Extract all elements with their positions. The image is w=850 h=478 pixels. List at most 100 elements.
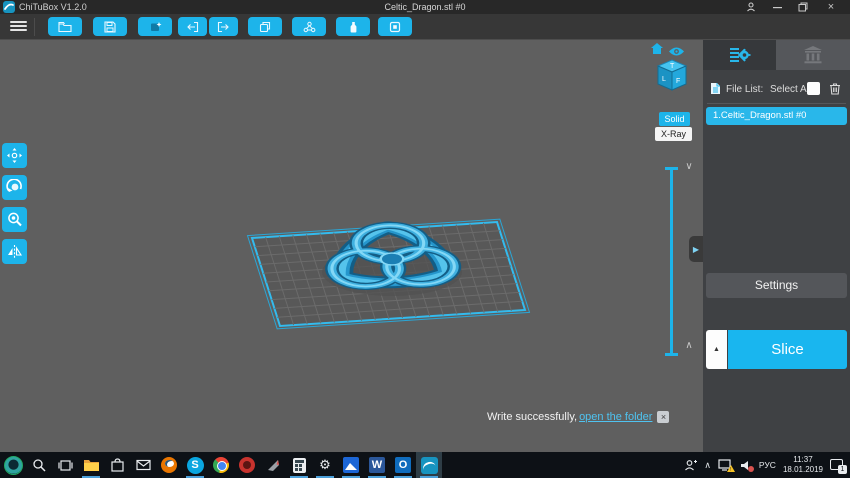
taskbar-file-explorer[interactable] — [78, 452, 104, 478]
molecule-icon — [303, 21, 316, 33]
calculator-icon — [293, 458, 306, 473]
status-text: Write successfully, — [487, 411, 577, 423]
maximize-button[interactable] — [792, 0, 814, 14]
hole-icon — [389, 21, 401, 33]
clock[interactable]: 11:37 18.01.2019 — [783, 455, 823, 475]
mail-icon — [136, 459, 151, 471]
bottle-icon — [349, 21, 358, 33]
select-all-checkbox[interactable] — [807, 82, 820, 95]
file-list-header: File List: Select All — [703, 82, 850, 98]
taskbar-store[interactable] — [104, 452, 130, 478]
move-tool-button[interactable] — [2, 143, 27, 168]
slice-button[interactable]: Slice — [728, 330, 847, 369]
import-icon — [186, 21, 199, 33]
rotate-tool-button[interactable] — [2, 175, 27, 200]
dig-hole-button[interactable] — [378, 17, 412, 36]
right-panel: File List: Select All 1.Celtic_Dragon.st… — [703, 40, 850, 452]
svg-text:!: ! — [730, 467, 731, 472]
delete-files-button[interactable] — [829, 82, 841, 98]
eye-icon — [668, 46, 685, 57]
taskbar-outlook[interactable]: O — [390, 452, 416, 478]
taskbar-word[interactable]: W — [364, 452, 390, 478]
tab-support[interactable] — [776, 40, 850, 70]
select-all-label: Select All — [770, 84, 811, 95]
account-button[interactable] — [740, 0, 762, 14]
arrange-button[interactable] — [138, 17, 172, 36]
cube-face-top[interactable]: T — [670, 63, 675, 70]
export-icon — [217, 21, 230, 33]
gear-icon: ⚙ — [319, 458, 331, 473]
clone-button[interactable] — [248, 17, 282, 36]
toolbar-divider — [34, 18, 35, 36]
skype-icon: S — [187, 457, 204, 474]
taskbar-settings[interactable]: ⚙ — [312, 452, 338, 478]
taskbar-chrome[interactable] — [208, 452, 234, 478]
panel-collapse-button[interactable]: ▶ — [689, 236, 703, 262]
resin-bottle-button[interactable] — [336, 17, 370, 36]
home-icon — [650, 42, 664, 56]
cube-face-front[interactable]: F — [676, 78, 680, 85]
network-status-icon[interactable]: ! — [718, 459, 733, 471]
hollow-button[interactable] — [292, 17, 326, 36]
taskbar-photos[interactable] — [338, 452, 364, 478]
minimize-button[interactable] — [766, 0, 788, 14]
scale-tool-button[interactable] — [2, 207, 27, 232]
document-title: Celtic_Dragon.stl #0 — [0, 2, 850, 12]
save-icon — [104, 21, 116, 33]
settings-button[interactable]: Settings — [706, 273, 847, 298]
import-button[interactable] — [178, 17, 207, 36]
taskbar-calculator[interactable] — [286, 452, 312, 478]
taskbar-red-app[interactable] — [234, 452, 260, 478]
taskbar-skype[interactable]: S — [182, 452, 208, 478]
rotate-icon — [6, 179, 23, 196]
outlook-icon: O — [395, 457, 411, 473]
task-view-icon — [58, 459, 73, 472]
status-close-button[interactable]: × — [657, 411, 669, 423]
volume-muted-icon[interactable] — [740, 460, 752, 471]
blender-icon — [161, 457, 177, 473]
export-button[interactable] — [209, 17, 238, 36]
trash-icon — [829, 82, 841, 95]
layer-slider[interactable] — [670, 169, 673, 354]
mirror-tool-button[interactable] — [2, 239, 27, 264]
taskbar-search-button[interactable] — [26, 452, 52, 478]
file-list-divider — [707, 103, 846, 104]
photos-icon — [343, 457, 359, 473]
chrome-icon — [213, 457, 229, 473]
tab-file-settings[interactable] — [703, 40, 776, 70]
action-center-button[interactable]: 1 — [830, 459, 846, 472]
red-app-icon — [239, 457, 255, 473]
close-button[interactable]: × — [820, 0, 842, 14]
taskbar-blender[interactable] — [156, 452, 182, 478]
clock-time: 11:37 — [793, 455, 812, 464]
arrange-icon — [149, 21, 162, 33]
language-indicator[interactable]: РУС — [759, 460, 776, 470]
menu-button[interactable] — [10, 19, 27, 34]
start-button[interactable] — [0, 452, 26, 478]
open-file-button[interactable] — [48, 17, 82, 36]
chitubox-icon — [421, 457, 438, 474]
taskbar-chitubox[interactable] — [416, 452, 442, 478]
taskbar-mail[interactable] — [130, 452, 156, 478]
windows-taskbar: S ⚙ W O ∧ ! РУС 11:37 18.01.2019 1 — [0, 452, 850, 478]
file-list-label: File List: — [726, 84, 763, 95]
task-view-button[interactable] — [52, 452, 78, 478]
save-file-button[interactable] — [93, 17, 127, 36]
view-cube[interactable]: T L F — [653, 57, 691, 100]
tray-expand-icon[interactable]: ∧ — [704, 460, 711, 471]
xray-mode-button[interactable]: X-Ray — [655, 127, 692, 141]
mirror-icon — [6, 243, 23, 260]
rocket-icon — [266, 458, 281, 472]
solid-mode-button[interactable]: Solid — [659, 112, 690, 126]
taskbar-rocket-app[interactable] — [260, 452, 286, 478]
explorer-folder-icon — [83, 458, 100, 472]
cube-face-left[interactable]: L — [662, 76, 666, 83]
viewport-3d[interactable]: T L F Solid X-Ray ∨ ∧ ▶ Write successful… — [0, 40, 703, 452]
chevron-down-icon[interactable]: ∨ — [682, 161, 696, 172]
people-icon[interactable] — [684, 459, 697, 471]
open-folder-link[interactable]: open the folder — [579, 411, 652, 423]
title-bar: ChiTuBox V1.2.0 Celtic_Dragon.stl #0 × — [0, 0, 850, 14]
chevron-up-icon[interactable]: ∧ — [682, 340, 696, 351]
slice-options-button[interactable]: ▲ — [706, 330, 727, 369]
file-list-item[interactable]: 1.Celtic_Dragon.stl #0 — [706, 107, 847, 125]
